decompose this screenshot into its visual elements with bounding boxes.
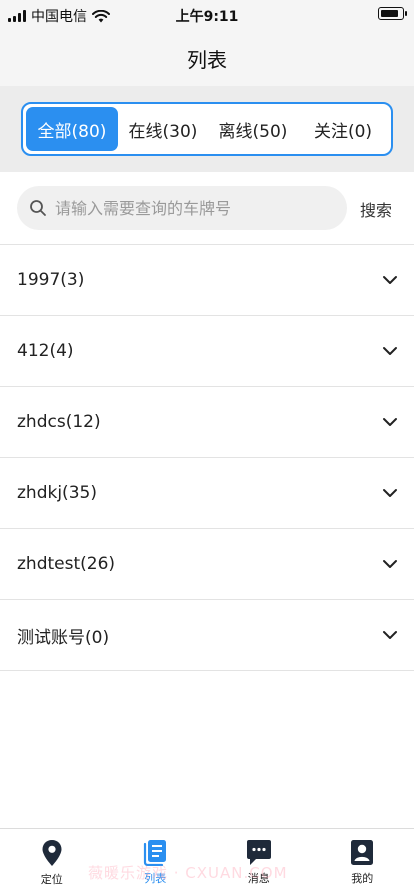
chevron-down-icon bbox=[383, 631, 397, 639]
profile-icon bbox=[351, 840, 374, 865]
chevron-down-icon bbox=[383, 418, 397, 426]
status-bar: 中国电信 上午9:11 bbox=[0, 0, 414, 30]
chevron-down-icon bbox=[383, 489, 397, 497]
tab-offline[interactable]: 离线(50) bbox=[208, 107, 298, 151]
filter-tabs-area: 全部(80) 在线(30) 离线(50) 关注(0) bbox=[0, 86, 414, 172]
group-list: 1997(3) 412(4) zhdcs(12) zhdkj(35) zhdte… bbox=[0, 244, 414, 671]
chevron-down-icon bbox=[383, 347, 397, 355]
group-row[interactable]: zhdcs(12) bbox=[0, 387, 414, 458]
group-row[interactable]: zhdtest(26) bbox=[0, 529, 414, 600]
tab-online[interactable]: 在线(30) bbox=[118, 107, 208, 151]
group-row[interactable]: 测试账号(0) bbox=[0, 600, 414, 671]
chevron-down-icon bbox=[383, 276, 397, 284]
group-label: zhdkj(35) bbox=[17, 483, 97, 503]
group-row[interactable]: 1997(3) bbox=[0, 245, 414, 316]
search-input[interactable] bbox=[55, 198, 325, 218]
group-label: zhdtest(26) bbox=[17, 554, 116, 574]
search-row: 搜索 bbox=[0, 186, 414, 232]
tab-all[interactable]: 全部(80) bbox=[26, 107, 118, 151]
group-label: 测试账号(0) bbox=[17, 627, 110, 648]
page-title: 列表 bbox=[0, 30, 414, 86]
search-icon bbox=[30, 200, 46, 216]
group-label: zhdcs(12) bbox=[17, 412, 101, 432]
tabbar-item-profile[interactable]: 我的 bbox=[311, 829, 414, 896]
search-box bbox=[17, 186, 347, 230]
group-label: 412(4) bbox=[17, 341, 74, 361]
location-pin-icon bbox=[42, 840, 62, 866]
filter-tabs: 全部(80) 在线(30) 离线(50) 关注(0) bbox=[21, 102, 393, 156]
group-row[interactable]: 412(4) bbox=[0, 316, 414, 387]
chevron-down-icon bbox=[383, 560, 397, 568]
status-time: 上午9:11 bbox=[175, 9, 239, 25]
tab-followed[interactable]: 关注(0) bbox=[298, 107, 388, 151]
group-label: 1997(3) bbox=[17, 270, 85, 290]
tabbar-label: 我的 bbox=[351, 872, 374, 885]
battery-icon bbox=[378, 7, 407, 20]
tabbar-label: 定位 bbox=[40, 873, 63, 886]
search-button[interactable]: 搜索 bbox=[360, 197, 392, 221]
group-row[interactable]: zhdkj(35) bbox=[0, 458, 414, 529]
watermark: 薇暖乐游戏 · CXUAN.COM bbox=[88, 864, 288, 882]
